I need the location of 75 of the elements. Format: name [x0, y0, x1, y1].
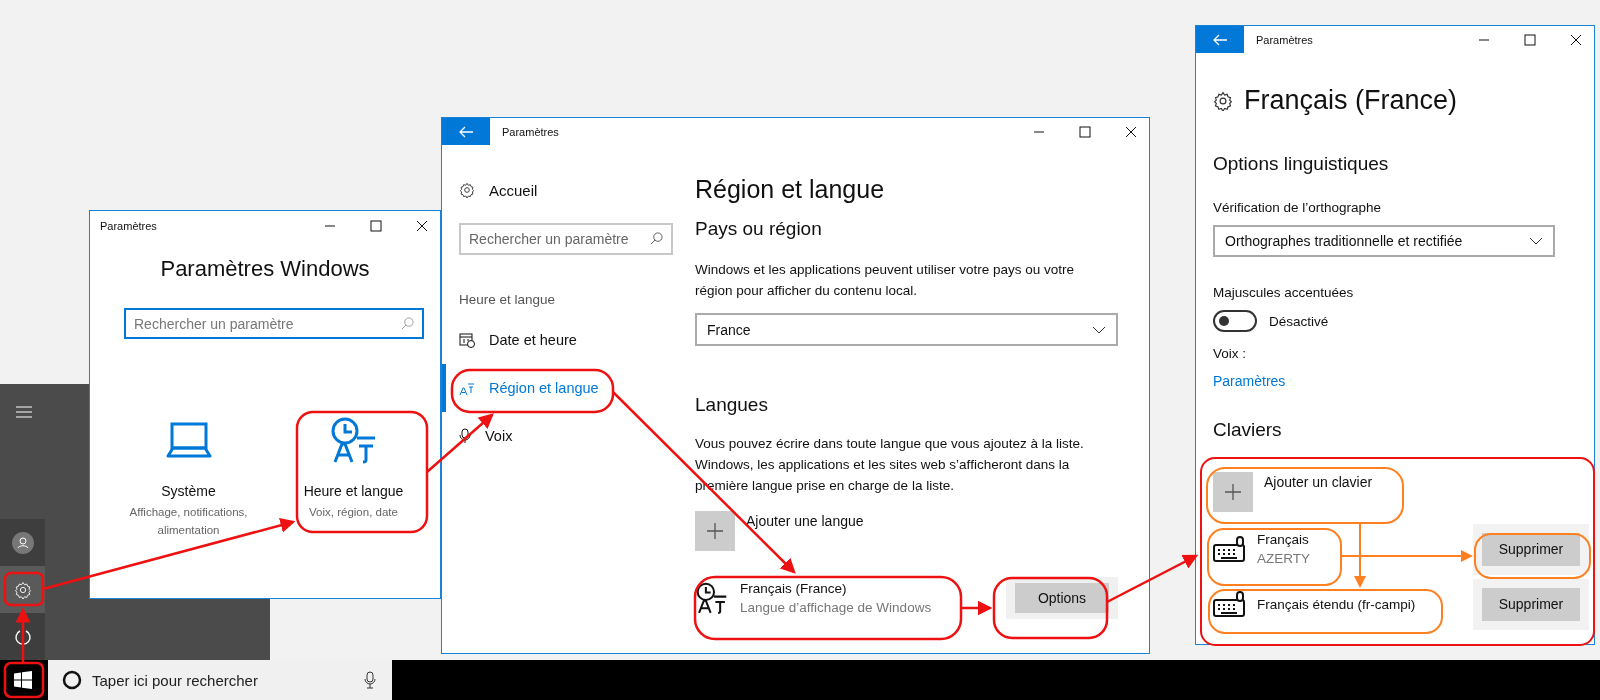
plus-icon: [1225, 484, 1241, 500]
section-heading: Langues: [695, 394, 769, 416]
section-heading: Claviers: [1213, 419, 1283, 441]
language-icon: [459, 380, 475, 396]
field-label: Voix :: [1213, 346, 1248, 361]
ring-icon: [62, 670, 82, 690]
close-icon[interactable]: [1570, 33, 1582, 46]
settings-icon: [459, 182, 475, 198]
tile-title[interactable]: Système: [161, 483, 216, 499]
add-keyboard-button[interactable]: [1213, 472, 1253, 512]
country-dropdown[interactable]: France: [695, 313, 1118, 346]
back-arrow-icon: [459, 125, 473, 138]
window-title: Paramètres: [1256, 33, 1314, 46]
plus-icon: [707, 523, 723, 539]
keyboard-icon: [1213, 591, 1245, 617]
section-heading: Options linguistiques: [1213, 153, 1390, 175]
menu-icon[interactable]: [16, 406, 32, 418]
back-button[interactable]: [1196, 26, 1244, 53]
add-language-label[interactable]: Ajouter une langue: [746, 513, 864, 529]
description-text: Windows et les applications peuvent utiliser votre pays ou votre région pour afficher du contenu local.: [695, 261, 1075, 300]
page-heading: Paramètres Windows: [159, 256, 371, 282]
microphone-icon: [459, 428, 471, 444]
section-heading: Pays ou région: [695, 218, 823, 240]
toggle-state: Désactivé: [1269, 313, 1329, 329]
window-title: Paramètres: [502, 125, 560, 138]
back-arrow-icon: [1213, 33, 1227, 46]
chevron-down-icon: [1092, 325, 1106, 334]
settings-icon[interactable]: [13, 580, 32, 599]
maximize-icon[interactable]: [1524, 33, 1536, 46]
remove-button[interactable]: Supprimer: [1482, 587, 1580, 621]
page-heading: Français (France): [1244, 85, 1458, 116]
remove-button[interactable]: Supprimer: [1482, 532, 1580, 566]
taskbar-search-field[interactable]: Taper ici pour rechercher: [48, 660, 392, 700]
arrow: [15, 607, 31, 663]
highlight-outline: [3, 661, 45, 699]
nav-item[interactable]: Date et heure: [442, 316, 682, 364]
tile-description: Affichage, notifications, alimentation: [128, 505, 249, 538]
section-label: Heure et langue: [459, 291, 557, 309]
spelling-dropdown[interactable]: Orthographes traditionnelle et rectifiée: [1213, 225, 1555, 257]
page-heading: Région et langue: [695, 175, 886, 204]
language-item[interactable]: Français (France) Langue d’affichage de Windows: [695, 579, 985, 617]
settings-link[interactable]: Paramètres: [1213, 373, 1589, 389]
tile-title[interactable]: Heure et langue: [303, 483, 404, 499]
keyboard-icon: [1213, 536, 1245, 562]
search-field[interactable]: Rechercher un paramètre: [459, 223, 673, 255]
field-label: Majuscules accentuées: [1213, 285, 1355, 300]
close-icon[interactable]: [416, 220, 428, 232]
maximize-icon[interactable]: [370, 220, 382, 232]
back-button[interactable]: [442, 118, 490, 145]
toggle-switch[interactable]: [1213, 310, 1257, 332]
tile-description: Voix, région, date: [309, 505, 398, 520]
search-icon: [650, 232, 663, 245]
maximize-icon[interactable]: [1079, 125, 1091, 138]
add-keyboard-label[interactable]: Ajouter un clavier: [1264, 474, 1373, 490]
nav-item[interactable]: Voix: [442, 412, 682, 460]
keyboard-item[interactable]: Français étendu (fr-campi): [1213, 591, 1416, 617]
close-icon[interactable]: [1125, 125, 1137, 138]
calendar-icon: [459, 332, 475, 348]
options-button[interactable]: Options: [1015, 583, 1109, 613]
microphone-icon[interactable]: [364, 671, 376, 689]
keyboard-item[interactable]: Français AZERTY: [1213, 530, 1310, 568]
search-field[interactable]: Rechercher un paramètre: [124, 308, 424, 339]
nav-item[interactable]: Région et langue: [442, 364, 682, 412]
user-icon[interactable]: [11, 531, 34, 554]
chevron-down-icon: [1529, 237, 1543, 245]
arrow: [961, 600, 993, 616]
windows-logo-icon: [13, 671, 32, 689]
home-link[interactable]: Accueil: [459, 178, 682, 202]
settings-icon: [1213, 90, 1233, 111]
search-icon: [401, 317, 414, 330]
clock-language-icon: [695, 581, 729, 615]
field-label: Vérification de l’orthographe: [1213, 200, 1383, 215]
highlight-outline: [3, 571, 45, 607]
add-language-button[interactable]: [695, 511, 735, 551]
window-title: Paramètres: [100, 220, 158, 232]
